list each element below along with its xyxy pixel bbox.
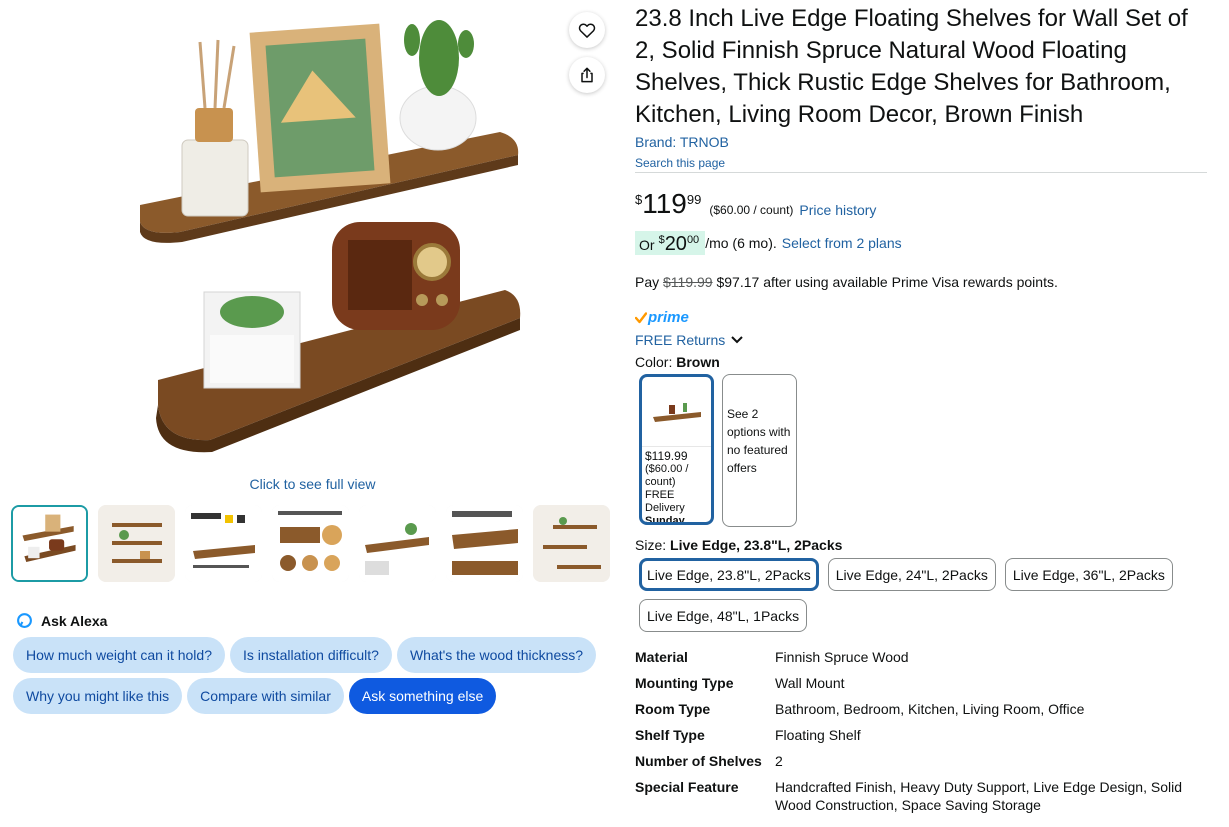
pay-prefix: Pay [635, 274, 660, 290]
swatch-delivery-day: Sunday [645, 515, 685, 525]
spec-value: Handcrafted Finish, Heavy Duty Support, … [775, 779, 1182, 813]
spec-key: Room Type [635, 701, 711, 717]
thumbnail[interactable] [446, 505, 523, 582]
thumbnail[interactable] [272, 505, 349, 582]
size-label: Size: Live Edge, 23.8"L, 2Packs [635, 537, 842, 553]
size-option[interactable]: Live Edge, 23.8"L, 2Packs [639, 558, 819, 591]
thumbnail[interactable] [359, 505, 436, 582]
size-label-key: Size: [635, 537, 667, 553]
spec-row: Material Finnish Spruce Wood [635, 648, 1205, 674]
alexa-suggestions: How much weight can it hold? Is installa… [13, 637, 613, 714]
spec-row: Special Feature Handcrafted Finish, Heav… [635, 778, 1205, 814]
installment-prefix: Or [639, 237, 655, 253]
product-title: 23.8 Inch Live Edge Floating Shelves for… [635, 5, 1188, 128]
color-swatch-brown[interactable]: $119.99 ($60.00 / count) FREE Delivery S… [639, 374, 714, 525]
spec-key: Mounting Type [635, 675, 734, 691]
color-label: Color: Brown [635, 354, 720, 370]
select-plans-link[interactable]: Select from 2 plans [782, 235, 902, 251]
heart-icon [578, 23, 596, 38]
search-this-page-link[interactable]: Search this page [635, 156, 725, 170]
free-returns-link[interactable]: FREE Returns [635, 332, 743, 348]
thumbnail-strip [11, 505, 610, 582]
installment-suffix: /mo (6 mo). [705, 235, 777, 251]
spec-value: Finnish Spruce Wood [775, 649, 909, 665]
size-option[interactable]: Live Edge, 24"L, 2Packs [827, 558, 996, 591]
product-specs-table: Material Finnish Spruce Wood Mounting Ty… [635, 648, 1205, 814]
free-returns-label: FREE Returns [635, 332, 726, 348]
thumbnail[interactable] [11, 505, 88, 582]
alexa-chip[interactable]: What's the wood thickness? [396, 637, 597, 673]
color-value: Brown [676, 354, 720, 370]
swatch-price: $119.99 [645, 449, 688, 463]
old-price: $119.99 [663, 274, 713, 290]
price-block: $ 119 99 ($60.00 / count) Price history [635, 188, 876, 220]
other-options-text: See 2 options with no featured offers [727, 407, 791, 475]
spec-value: Floating Shelf [775, 727, 861, 743]
other-options-swatch[interactable]: See 2 options with no featured offers [722, 374, 797, 527]
full-view-link[interactable]: Click to see full view [100, 476, 525, 492]
wishlist-button[interactable] [569, 12, 605, 48]
brand-link[interactable]: Brand: TRNOB [635, 134, 729, 150]
divider [635, 172, 1207, 173]
swatch-delivery: FREE Delivery [645, 489, 685, 514]
alexa-chip[interactable]: Compare with similar [187, 678, 344, 714]
installment-badge: Or $ 20 00 [635, 231, 706, 255]
spec-row: Room Type Bathroom, Bedroom, Kitchen, Li… [635, 700, 1205, 726]
price-fraction: 99 [686, 192, 702, 207]
chevron-down-icon [731, 336, 743, 344]
swatch-unit-price: ($60.00 / count) [645, 463, 689, 488]
price-symbol: $ [635, 192, 643, 207]
size-value: Live Edge, 23.8"L, 2Packs [670, 537, 843, 553]
alexa-chip[interactable]: How much weight can it hold? [13, 637, 225, 673]
spec-key: Number of Shelves [635, 753, 762, 769]
ask-alexa-title: Ask Alexa [41, 612, 108, 629]
unit-price: ($60.00 / count) [709, 203, 794, 217]
alexa-chip[interactable]: Why you might like this [13, 678, 183, 714]
price-whole: 119 [642, 188, 687, 219]
installment-block: Or $ 20 00 /mo (6 mo). Select from 2 pla… [635, 231, 902, 255]
spec-key: Special Feature [635, 779, 739, 795]
pay-text: $97.17 after using available Prime Visa … [716, 274, 1058, 290]
ask-alexa-header: Ask Alexa [16, 612, 107, 629]
spec-row: Number of Shelves 2 [635, 752, 1205, 778]
spec-value: 2 [775, 753, 783, 769]
size-option[interactable]: Live Edge, 36"L, 2Packs [1004, 558, 1173, 591]
prime-visa-offer: Pay $119.99 $97.17 after using available… [635, 274, 1058, 290]
swatch-image [642, 377, 711, 447]
prime-badge: prime [635, 309, 689, 326]
alexa-chip[interactable]: Is installation difficult? [230, 637, 392, 673]
prime-check-icon [635, 311, 647, 323]
spec-value: Bathroom, Bedroom, Kitchen, Living Room,… [775, 701, 1085, 717]
spec-key: Shelf Type [635, 727, 705, 743]
price-history-link[interactable]: Price history [799, 202, 876, 218]
share-icon [581, 67, 593, 83]
color-label-key: Color: [635, 354, 673, 370]
spec-row: Shelf Type Floating Shelf [635, 726, 1205, 752]
prime-label: prime [648, 309, 689, 326]
size-options: Live Edge, 23.8"L, 2Packs Live Edge, 24"… [639, 558, 1199, 632]
thumbnail[interactable] [533, 505, 610, 582]
share-button[interactable] [569, 57, 605, 93]
spec-key: Material [635, 649, 688, 665]
installment-fraction: 00 [686, 234, 700, 246]
spec-value: Wall Mount [775, 675, 845, 691]
installment-whole: 20 [664, 233, 687, 255]
size-option[interactable]: Live Edge, 48"L, 1Packs [639, 599, 808, 632]
main-product-image[interactable] [100, 0, 525, 468]
thumbnail[interactable] [98, 505, 175, 582]
alexa-icon [17, 613, 32, 628]
spec-row: Mounting Type Wall Mount [635, 674, 1205, 700]
ask-something-else-button[interactable]: Ask something else [348, 678, 497, 714]
thumbnail[interactable] [185, 505, 262, 582]
